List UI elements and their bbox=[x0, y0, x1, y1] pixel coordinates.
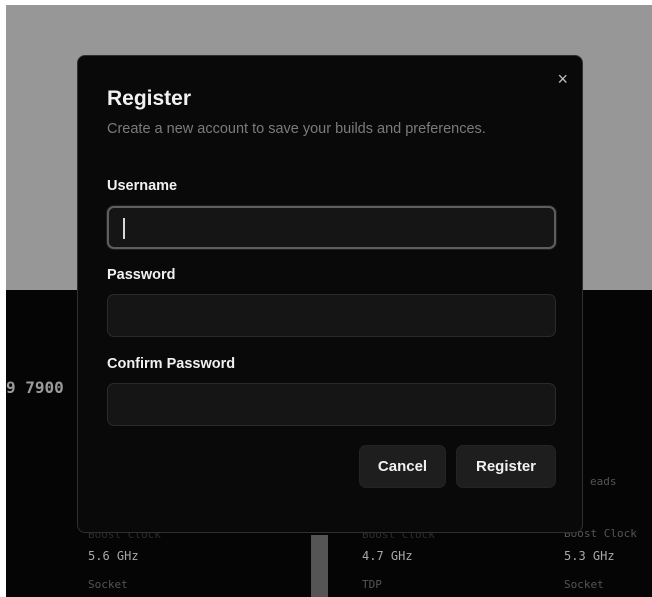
tdp-label: TDP bbox=[362, 578, 382, 591]
cancel-button[interactable]: Cancel bbox=[359, 445, 446, 488]
close-icon[interactable]: × bbox=[557, 70, 568, 88]
socket-label: Socket bbox=[88, 578, 128, 591]
threads-label: eads bbox=[590, 475, 617, 488]
register-button[interactable]: Register bbox=[456, 445, 556, 488]
confirm-password-label: Confirm Password bbox=[107, 356, 236, 372]
text-caret bbox=[123, 218, 125, 239]
register-dialog: × Register Create a new account to save … bbox=[77, 55, 583, 533]
card-divider bbox=[311, 535, 328, 597]
username-label: Username bbox=[107, 178, 178, 194]
socket-label: Socket bbox=[564, 578, 604, 591]
boost-clock-value: 4.7 GHz bbox=[362, 549, 413, 563]
password-label: Password bbox=[107, 267, 176, 283]
confirm-password-field[interactable] bbox=[107, 383, 556, 426]
cpu-model-title: 9 7900 bbox=[6, 378, 64, 397]
dialog-subtitle: Create a new account to save your builds… bbox=[107, 121, 486, 137]
username-field[interactable] bbox=[107, 206, 556, 249]
password-field[interactable] bbox=[107, 294, 556, 337]
boost-clock-value: 5.3 GHz bbox=[564, 549, 615, 563]
app-frame: 9 7900 Boost Clock 5.6 GHz Socket Boost … bbox=[6, 5, 652, 597]
dialog-title: Register bbox=[107, 87, 192, 110]
boost-clock-value: 5.6 GHz bbox=[88, 549, 139, 563]
